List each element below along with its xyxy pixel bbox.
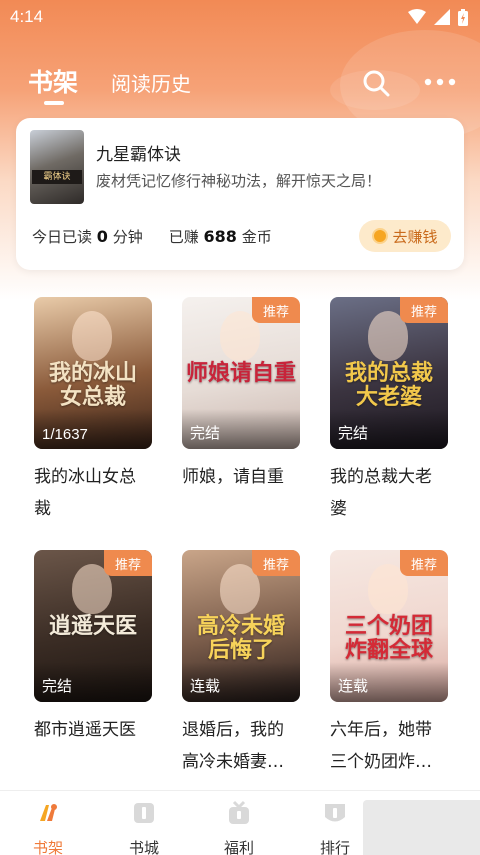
status-icons	[408, 8, 468, 26]
search-icon[interactable]	[362, 69, 390, 97]
earned-value: 688	[203, 227, 237, 246]
tab-reading-history[interactable]: 阅读历史	[111, 68, 191, 97]
signal-icon	[434, 9, 450, 25]
current-book-title[interactable]: 九星霸体诀	[96, 140, 181, 165]
earn-money-button[interactable]: 去赚钱	[359, 220, 451, 252]
nav-label: 书架	[32, 839, 63, 855]
cover-art-title: 三个奶团 炸翻全球	[344, 613, 433, 663]
bookstore-icon	[134, 803, 154, 823]
recommend-badge: 推荐	[252, 550, 300, 576]
cover-art-title: 我的冰山 女总裁	[48, 360, 137, 410]
book-status: 连载	[338, 678, 369, 695]
book-item[interactable]: 逍遥天医完结 推荐都市逍遥天医	[34, 550, 152, 746]
book-item[interactable]: 高冷未婚 后悔了连载 推荐退婚后，我的 高冷未婚妻…	[182, 550, 300, 778]
header: 书架 阅读历史	[0, 55, 480, 115]
today-read-label: 今日已读	[32, 228, 93, 246]
book-status: 1/1637	[42, 426, 88, 443]
book-cover[interactable]: 我的冰山 女总裁 1/1637	[34, 297, 152, 449]
earned-stat: 已赚 688 金币	[169, 226, 272, 247]
wifi-icon	[408, 9, 426, 24]
book-status: 完结	[338, 425, 369, 442]
book-title[interactable]: 都市逍遥天医	[34, 714, 152, 746]
book-cover[interactable]: 高冷未婚 后悔了连载 推荐	[182, 550, 300, 702]
recommend-badge: 推荐	[400, 550, 448, 576]
cover-figure	[72, 311, 112, 361]
book-cover[interactable]: 师娘请自重完结 推荐	[182, 297, 300, 449]
book-item[interactable]: 我的冰山 女总裁 1/1637 我的冰山女总 裁	[34, 297, 152, 525]
cover-art-title: 我的总裁 大老婆	[344, 360, 433, 410]
book-status: 连载	[190, 678, 221, 695]
current-book-description: 废材凭记忆修行神秘功法，解开惊天之局！	[96, 172, 382, 190]
nav-label: 福利	[223, 839, 254, 855]
current-reading-card[interactable]: 霸体诀 九星霸体诀 废材凭记忆修行神秘功法，解开惊天之局！ 今日已读 0 分钟 …	[16, 118, 464, 270]
book-title[interactable]: 我的冰山女总 裁	[34, 461, 152, 525]
earned-label: 已赚	[168, 228, 199, 246]
status-bar: 4:14	[0, 0, 480, 34]
nav-welfare[interactable]: 福利	[209, 799, 269, 855]
book-item[interactable]: 三个奶团 炸翻全球连载 推荐六年后，她带 三个奶团炸…	[330, 550, 448, 778]
overlay-patch	[363, 800, 480, 855]
coin-icon	[372, 228, 389, 244]
book-title[interactable]: 我的总裁大老 婆	[330, 461, 448, 525]
book-status: 完结	[42, 678, 73, 695]
book-title[interactable]: 六年后，她带 三个奶团炸…	[330, 714, 448, 778]
today-read-stat: 今日已读 0 分钟	[32, 226, 143, 247]
book-cover[interactable]: 三个奶团 炸翻全球连载 推荐	[330, 550, 448, 702]
battery-icon	[458, 8, 468, 26]
nav-label: 排行	[319, 839, 350, 855]
recommend-badge: 推荐	[400, 297, 448, 323]
today-read-value: 0	[96, 227, 108, 246]
recommend-badge: 推荐	[104, 550, 152, 576]
status-time: 4:14	[10, 7, 44, 26]
book-title[interactable]: 师娘，请自重	[182, 461, 300, 493]
cover-art-title: 高冷未婚 后悔了	[196, 613, 285, 663]
active-tab-indicator	[44, 101, 64, 105]
earn-button-label: 去赚钱	[392, 227, 438, 246]
book-cover[interactable]: 逍遥天医完结 推荐	[34, 550, 152, 702]
gift-icon	[229, 800, 249, 824]
cover-art-title: 师娘请自重	[185, 360, 296, 386]
book-title[interactable]: 退婚后，我的 高冷未婚妻…	[182, 714, 300, 778]
more-icon[interactable]	[424, 75, 456, 89]
book-cover[interactable]: 我的总裁 大老婆完结 推荐	[330, 297, 448, 449]
bookshelf-icon	[40, 804, 57, 821]
ranking-icon	[325, 804, 345, 822]
earned-unit: 金币	[241, 228, 272, 246]
nav-ranking[interactable]: 排行	[305, 799, 365, 855]
book-item[interactable]: 师娘请自重完结 推荐师娘，请自重	[182, 297, 300, 493]
cover-art-title: 逍遥天医	[48, 613, 137, 639]
nav-label: 书城	[128, 839, 159, 855]
book-item[interactable]: 我的总裁 大老婆完结 推荐我的总裁大老 婆	[330, 297, 448, 525]
nav-bookshelf[interactable]: 书架	[18, 799, 78, 855]
tab-bookshelf[interactable]: 书架	[28, 63, 78, 99]
today-read-unit: 分钟	[112, 228, 143, 246]
cover-title: 霸体诀	[32, 170, 82, 184]
book-status: 完结	[190, 425, 221, 442]
current-book-cover[interactable]: 霸体诀	[30, 130, 84, 204]
recommend-badge: 推荐	[252, 297, 300, 323]
reading-stats: 今日已读 0 分钟 已赚 688 金币	[32, 226, 272, 247]
nav-bookstore[interactable]: 书城	[114, 799, 174, 855]
